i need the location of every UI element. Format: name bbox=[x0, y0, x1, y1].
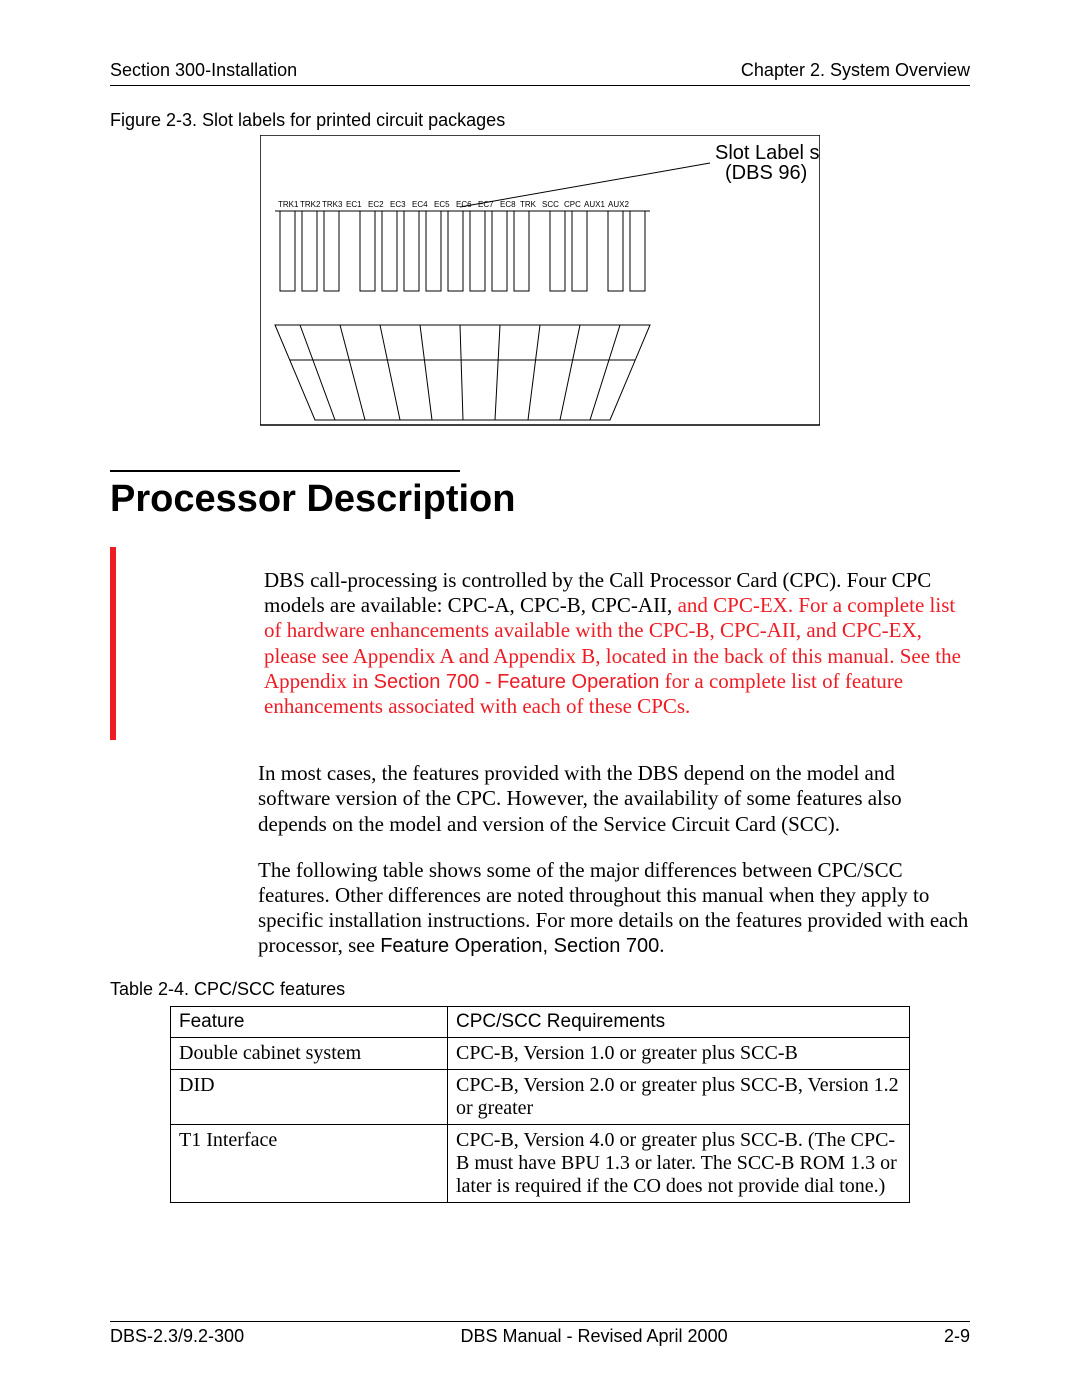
svg-text:CPC: CPC bbox=[564, 200, 581, 209]
svg-text:TRK: TRK bbox=[520, 200, 537, 209]
slot-labels: TRK1 TRK2 TRK3 EC1 EC2 EC3 EC4 EC5 EC6 E… bbox=[278, 200, 629, 209]
p3-t2: Feature Operation, Section 700 bbox=[380, 935, 659, 957]
cell: CPC-B, Version 2.0 or greater plus SCC-B… bbox=[448, 1070, 910, 1125]
svg-text:EC6: EC6 bbox=[456, 200, 472, 209]
figure-caption: Figure 2-3. Slot labels for printed circ… bbox=[110, 110, 970, 131]
table-row: T1 Interface CPC-B, Version 4.0 or great… bbox=[171, 1125, 910, 1203]
page: Section 300-Installation Chapter 2. Syst… bbox=[0, 0, 1080, 1397]
paragraph-2: In most cases, the features provided wit… bbox=[258, 761, 970, 837]
svg-text:TRK3: TRK3 bbox=[322, 200, 343, 209]
callout-line2: (DBS 96) bbox=[725, 162, 807, 184]
table-caption: Table 2-4. CPC/SCC features bbox=[110, 979, 970, 1000]
svg-text:AUX1: AUX1 bbox=[584, 200, 605, 209]
th-requirements: CPC/SCC Requirements bbox=[448, 1007, 910, 1038]
cell: T1 Interface bbox=[171, 1125, 448, 1203]
footer-left: DBS-2.3/9.2-300 bbox=[110, 1326, 244, 1347]
svg-text:TRK2: TRK2 bbox=[300, 200, 321, 209]
diagram-svg: Slot Label s (DBS 96) TRK1 TRK2 TRK3 EC1… bbox=[260, 135, 820, 435]
p3-t3: . bbox=[659, 933, 664, 957]
header-left: Section 300-Installation bbox=[110, 60, 297, 81]
callout-line1: Slot Label s bbox=[715, 142, 820, 164]
th-feature: Feature bbox=[171, 1007, 448, 1038]
svg-text:EC2: EC2 bbox=[368, 200, 384, 209]
cell: CPC-B, Version 4.0 or greater plus SCC-B… bbox=[448, 1125, 910, 1203]
cell: DID bbox=[171, 1070, 448, 1125]
svg-text:EC1: EC1 bbox=[346, 200, 362, 209]
cell: CPC-B, Version 1.0 or greater plus SCC-B bbox=[448, 1038, 910, 1070]
table-header-row: Feature CPC/SCC Requirements bbox=[171, 1007, 910, 1038]
svg-text:EC7: EC7 bbox=[478, 200, 494, 209]
svg-text:AUX2: AUX2 bbox=[608, 200, 629, 209]
header-right: Chapter 2. System Overview bbox=[741, 60, 970, 81]
table-row: Double cabinet system CPC-B, Version 1.0… bbox=[171, 1038, 910, 1070]
page-header: Section 300-Installation Chapter 2. Syst… bbox=[110, 60, 970, 86]
footer-center: DBS Manual - Revised April 2000 bbox=[460, 1326, 727, 1347]
section-rule bbox=[110, 470, 460, 472]
svg-text:EC4: EC4 bbox=[412, 200, 428, 209]
change-bar bbox=[110, 547, 116, 740]
svg-text:EC3: EC3 bbox=[390, 200, 406, 209]
p1-t3: Section 700 - Feature Operation bbox=[374, 671, 660, 693]
paragraph-1: DBS call-processing is controlled by the… bbox=[264, 568, 970, 719]
features-table: Feature CPC/SCC Requirements Double cabi… bbox=[170, 1006, 910, 1203]
slot-diagram: Slot Label s (DBS 96) TRK1 TRK2 TRK3 EC1… bbox=[260, 135, 820, 440]
section-title: Processor Description bbox=[110, 478, 970, 521]
svg-text:SCC: SCC bbox=[542, 200, 559, 209]
footer-right: 2-9 bbox=[944, 1326, 970, 1347]
cell: Double cabinet system bbox=[171, 1038, 448, 1070]
table-row: DID CPC-B, Version 2.0 or greater plus S… bbox=[171, 1070, 910, 1125]
svg-text:TRK1: TRK1 bbox=[278, 200, 299, 209]
svg-text:EC5: EC5 bbox=[434, 200, 450, 209]
paragraph-3: The following table shows some of the ma… bbox=[258, 858, 970, 959]
paragraph-1-wrap: DBS call-processing is controlled by the… bbox=[110, 547, 970, 740]
svg-text:EC8: EC8 bbox=[500, 200, 516, 209]
page-footer: DBS-2.3/9.2-300 DBS Manual - Revised Apr… bbox=[110, 1321, 970, 1347]
